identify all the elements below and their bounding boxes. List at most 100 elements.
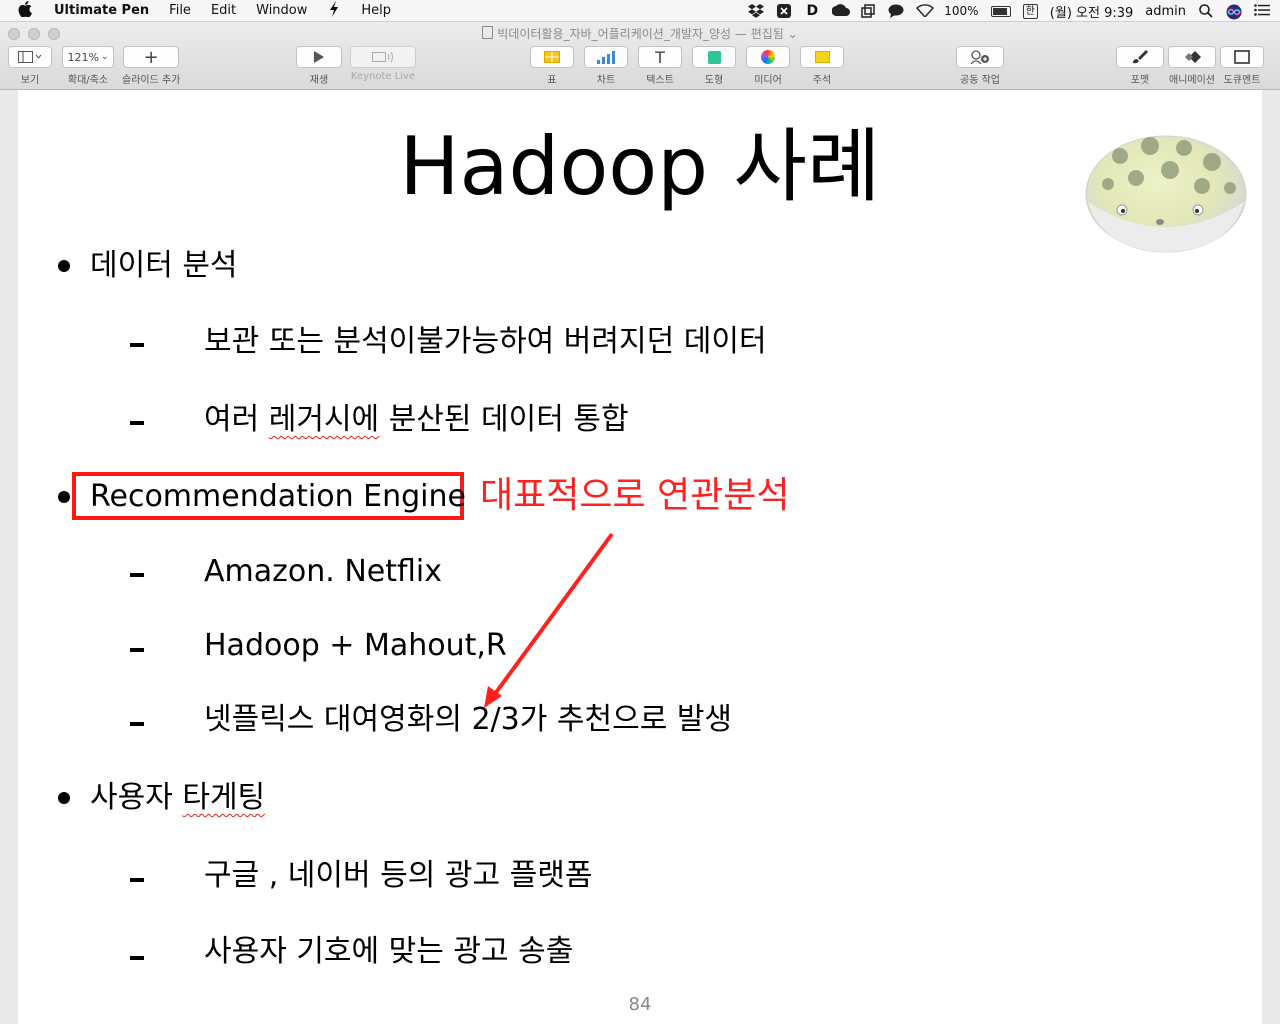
sub-bullet-text: 분산된 데이터 통합 <box>379 402 629 437</box>
sub-bullet-dash <box>130 573 144 577</box>
chart-label: 차트 <box>596 75 616 86</box>
d-app-icon[interactable]: D <box>804 4 820 18</box>
menubar-clock[interactable]: (월) 오전 9:39 <box>1050 2 1133 21</box>
play-label: 재생 <box>309 75 329 86</box>
animate-diamond-icon <box>1185 51 1201 63</box>
add-slide-label: 슬라이드 추가 <box>122 75 181 86</box>
shape-button[interactable] <box>692 46 736 68</box>
document-title-text: 빅데이터활용_자바_어플리케이션_개발자_양성 <box>497 27 732 41</box>
siri-icon[interactable] <box>1226 4 1242 20</box>
chat-icon[interactable] <box>888 4 904 18</box>
zoom-control: 121% ⌄ 확대/축소 <box>62 46 114 86</box>
table-button[interactable] <box>530 46 574 68</box>
media-label: 미디어 <box>754 75 782 86</box>
add-slide-control: + 슬라이드 추가 <box>122 46 180 86</box>
annotation-text[interactable]: 대표적으로 연관분석 <box>480 474 790 518</box>
document-title[interactable]: 빅데이터활용_자바_어플리케이션_개발자_양성 — 편집됨 ⌄ <box>0 25 1280 42</box>
sub-bullet-item[interactable]: Amazon. Netflix <box>204 552 442 592</box>
plus-icon: + <box>143 46 159 68</box>
comment-icon <box>814 51 830 63</box>
shape-label: 도형 <box>704 75 724 86</box>
sub-bullet-item[interactable]: 넷플릭스 대여영화의 2/3가 추천으로 발생 <box>204 700 732 740</box>
chart-icon <box>597 50 615 64</box>
collaborate-icon <box>970 50 989 64</box>
sub-bullet-item[interactable]: 보관 또는 분석이불가능하여 버려지던 데이터 <box>204 322 767 362</box>
chart-button[interactable] <box>584 46 628 68</box>
zoom-label: 확대/축소 <box>67 75 109 86</box>
media-button[interactable] <box>746 46 790 68</box>
chevron-down-icon[interactable]: ⌄ <box>788 27 798 41</box>
spellcheck-word: 레거시에 <box>268 402 380 437</box>
slide-canvas[interactable]: Hadoop 사례 데이터 분석 보관 또는 분석이불가능하여 버려지던 데이터… <box>18 90 1262 1024</box>
text-label: 텍스트 <box>646 75 674 86</box>
battery-percent: 100% <box>944 4 979 18</box>
app-switch-icon[interactable] <box>776 4 792 18</box>
screenshot-icon[interactable] <box>860 4 876 18</box>
add-slide-button[interactable]: + <box>123 46 180 68</box>
sub-bullet-dash <box>130 878 144 882</box>
bullet-dot <box>58 491 70 503</box>
media-icon <box>761 50 775 64</box>
sub-bullet-item[interactable]: 구글 , 네이버 등의 광고 플랫폼 <box>204 856 592 896</box>
shape-icon <box>707 50 721 64</box>
notification-center-icon[interactable] <box>1254 4 1270 18</box>
keynote-live-label: Keynote Live <box>350 71 416 82</box>
document-panel-icon <box>1234 50 1250 64</box>
menu-help[interactable]: Help <box>361 3 391 18</box>
comment-control: 주석 <box>800 46 844 86</box>
page-number: 84 <box>628 994 652 1015</box>
sub-bullet-dash <box>130 722 144 726</box>
wifi-icon[interactable] <box>916 4 935 19</box>
media-control: 미디어 <box>746 46 790 86</box>
table-control: 표 <box>530 46 574 86</box>
text-button[interactable]: T <box>638 46 682 68</box>
text-control: T 텍스트 <box>638 46 682 86</box>
sub-bullet-item[interactable]: Hadoop + Mahout,R <box>204 626 507 666</box>
bullet-item[interactable]: 사용자 타게팅 <box>90 778 265 818</box>
input-method-indicator[interactable]: 한 <box>1022 3 1038 19</box>
document-edited-status: — 편집됨 <box>734 27 784 41</box>
pen-tool-icon[interactable] <box>327 0 341 21</box>
keynote-live-button[interactable] <box>350 46 416 68</box>
collaborate-control: 공동 작업 <box>956 46 1004 86</box>
zoom-value: 121% <box>67 50 99 64</box>
sub-bullet-dash <box>130 421 144 425</box>
animate-button[interactable] <box>1168 46 1216 68</box>
format-button[interactable] <box>1116 46 1164 68</box>
slide-title[interactable]: Hadoop 사례 <box>18 112 1262 222</box>
sub-bullet-dash <box>130 956 144 960</box>
document-button[interactable] <box>1220 46 1264 68</box>
bullet-text: 사용자 <box>90 780 183 815</box>
menu-file[interactable]: File <box>169 3 191 18</box>
view-button[interactable] <box>8 46 52 68</box>
cloud-icon[interactable] <box>831 4 851 18</box>
sub-bullet-item[interactable]: 사용자 기호에 맞는 광고 송출 <box>204 932 573 972</box>
bullet-item[interactable]: 데이터 분석 <box>90 246 238 286</box>
chevron-down-icon: ⌄ <box>100 52 109 62</box>
dropbox-icon[interactable] <box>748 4 765 18</box>
spotlight-search-icon[interactable] <box>1198 4 1214 18</box>
bullet-dot <box>58 792 70 804</box>
format-label: 포맷 <box>1130 75 1150 86</box>
sub-bullet-dash <box>130 648 144 652</box>
comment-button[interactable] <box>800 46 844 68</box>
sidebar-icon <box>18 51 42 63</box>
collaborate-button[interactable] <box>956 46 1004 68</box>
apple-menu-icon[interactable] <box>18 0 34 21</box>
menu-app-name[interactable]: Ultimate Pen <box>54 3 149 18</box>
menubar-user[interactable]: admin <box>1145 4 1186 19</box>
document-icon <box>482 26 494 39</box>
animate-label: 애니메이션 <box>1169 75 1215 86</box>
paintbrush-icon <box>1133 50 1148 64</box>
bullet-item[interactable]: Recommendation Engine <box>90 477 466 517</box>
play-control: 재생 <box>296 46 342 86</box>
sub-bullet-item[interactable]: 여러 레거시에 분산된 데이터 통합 <box>204 400 629 440</box>
menu-edit[interactable]: Edit <box>211 3 236 18</box>
pufferfish-icon[interactable] <box>1080 124 1248 254</box>
sub-bullet-dash <box>130 343 144 347</box>
battery-icon[interactable] <box>990 5 1011 17</box>
animate-control: 애니메이션 <box>1168 46 1216 86</box>
play-button[interactable] <box>296 46 342 68</box>
zoom-select[interactable]: 121% ⌄ <box>62 46 114 68</box>
menu-window[interactable]: Window <box>256 3 307 18</box>
